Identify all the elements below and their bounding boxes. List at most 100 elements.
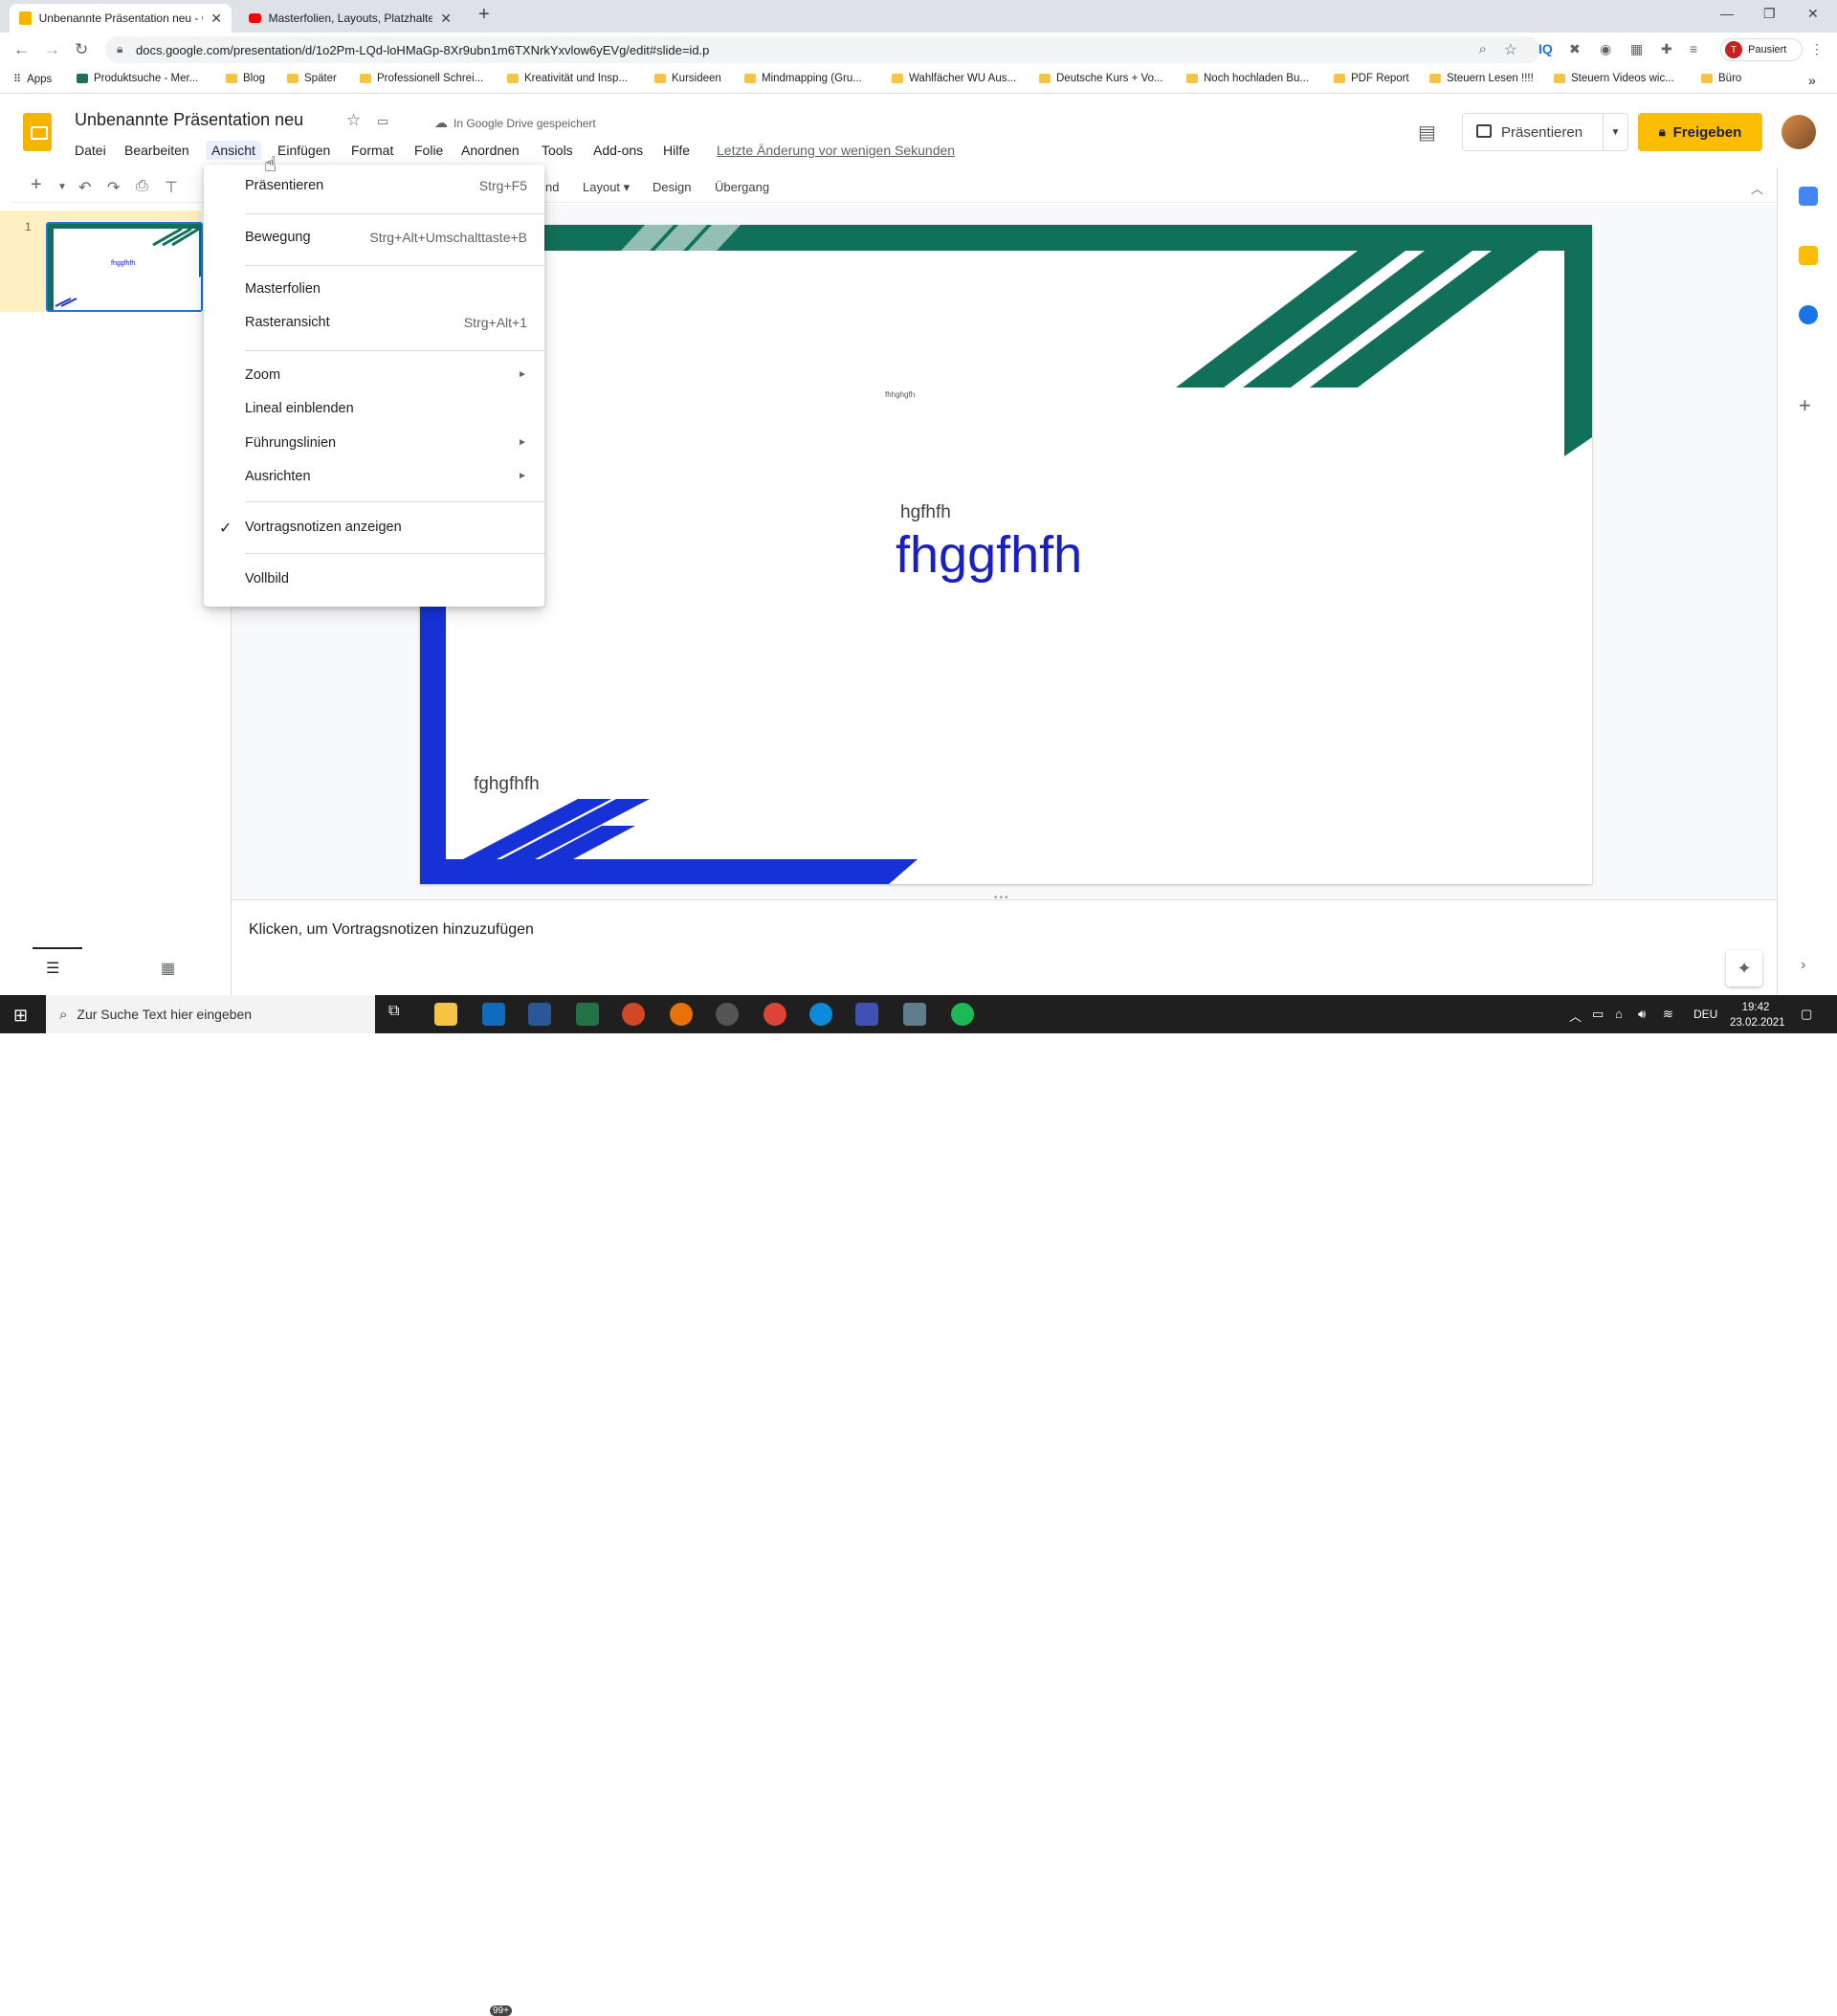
menu-folie[interactable]: Folie xyxy=(409,141,449,160)
bookmark-item[interactable]: Wahlfächer WU Aus... xyxy=(892,73,1016,84)
browser-tab-youtube[interactable]: Masterfolien, Layouts, Platzhalter ✕ xyxy=(239,4,461,33)
file-explorer-icon[interactable] xyxy=(434,1003,457,1026)
bookmark-item[interactable]: Steuern Videos wic... xyxy=(1554,73,1674,84)
back-icon[interactable]: ← xyxy=(13,40,30,59)
print-icon[interactable]: ⎙ xyxy=(136,178,148,195)
app-icon[interactable] xyxy=(670,1003,693,1026)
notes-placeholder[interactable]: Klicken, um Vortragsnotizen hinzuzufügen xyxy=(249,921,534,939)
menu-item-guides[interactable]: Führungslinien ► xyxy=(204,431,544,457)
browser-tab-slides[interactable]: Unbenannte Präsentation neu - Google ✕ xyxy=(10,4,232,33)
bookmark-item[interactable]: PDF Report xyxy=(1334,73,1409,84)
menu-format[interactable]: Format xyxy=(345,141,399,160)
new-tab-icon[interactable]: + xyxy=(478,4,490,26)
paint-format-icon[interactable]: ⊤ xyxy=(165,178,178,197)
close-icon[interactable]: ✕ xyxy=(440,11,452,27)
menu-item-snap[interactable]: Ausrichten ► xyxy=(204,464,544,491)
menu-bearbeiten[interactable]: Bearbeiten xyxy=(119,141,195,160)
star-icon[interactable]: ☆ xyxy=(346,111,361,130)
extension-icon[interactable]: ▦ xyxy=(1630,41,1643,57)
last-change-link[interactable]: Letzte Änderung vor wenigen Sekunden xyxy=(717,143,955,158)
excel-icon[interactable] xyxy=(576,1003,599,1026)
chevron-down-icon[interactable]: ▼ xyxy=(57,182,67,192)
grid-view-icon[interactable]: ▦ xyxy=(161,959,175,978)
menu-item-show-ruler[interactable]: Lineal einblenden xyxy=(204,396,544,423)
slide-small-text[interactable]: fhhghgfh xyxy=(885,390,915,399)
chevron-right-icon[interactable]: › xyxy=(1801,957,1805,974)
background-button[interactable]: nd xyxy=(545,180,559,194)
menu-ansicht[interactable]: Ansicht xyxy=(206,141,261,160)
extension-icon[interactable]: ✖ xyxy=(1569,41,1581,57)
collapse-toolbar-icon[interactable]: ︿ xyxy=(1751,179,1763,197)
spotify-icon[interactable] xyxy=(951,1003,974,1026)
menu-anordnen[interactable]: Anordnen xyxy=(455,141,525,160)
profile-button[interactable]: T Pausiert xyxy=(1720,38,1803,61)
bookmark-item[interactable]: Professionell Schrei... xyxy=(360,73,483,84)
avatar[interactable] xyxy=(1782,115,1816,149)
app-icon[interactable] xyxy=(855,1003,878,1026)
tasks-icon[interactable] xyxy=(1799,305,1818,324)
reload-icon[interactable]: ↻ xyxy=(75,40,88,59)
clock[interactable]: 19:42 23.02.2021 xyxy=(1730,1000,1785,1030)
edge-icon[interactable] xyxy=(809,1003,832,1026)
chrome-icon[interactable] xyxy=(764,1003,786,1026)
tray-app-icon[interactable]: ▭ xyxy=(1592,1007,1604,1022)
obs-icon[interactable] xyxy=(716,1003,739,1026)
share-button[interactable]: 🔒︎ Freigeben xyxy=(1638,113,1762,151)
bookmark-item[interactable]: Steuern Lesen !!!! xyxy=(1429,73,1534,84)
bookmark-item[interactable]: Deutsche Kurs + Vo... xyxy=(1039,73,1163,84)
add-on-plus-icon[interactable]: + xyxy=(1799,393,1811,418)
more-menu-icon[interactable]: ⋮ xyxy=(1810,41,1824,57)
comments-icon[interactable]: ▤ xyxy=(1418,121,1436,144)
mail-icon[interactable] xyxy=(482,1003,505,1026)
bookmark-item[interactable]: Kreativität und Insp... xyxy=(507,73,628,84)
slide-thumbnail-row[interactable]: 1 fhggfhfh xyxy=(0,210,203,312)
language-indicator[interactable]: DEU xyxy=(1693,1008,1717,1021)
move-folder-icon[interactable]: ▭ xyxy=(377,114,388,129)
filmstrip-view-icon[interactable]: ☰ xyxy=(46,959,59,978)
menu-item-present[interactable]: Präsentieren Strg+F5 xyxy=(204,173,544,200)
menu-addons[interactable]: Add-ons xyxy=(587,141,649,160)
menu-datei[interactable]: Datei xyxy=(69,141,112,160)
powerpoint-icon[interactable] xyxy=(622,1003,645,1026)
word-icon[interactable] xyxy=(528,1003,551,1026)
zoom-icon[interactable]: ⌕ xyxy=(1479,41,1487,57)
slide-subtitle[interactable]: hgfhfh xyxy=(900,502,951,523)
bookmark-item[interactable]: Später xyxy=(287,73,337,84)
chevron-down-icon[interactable]: ▼ xyxy=(1603,114,1627,150)
menu-einfuegen[interactable]: Einfügen xyxy=(272,141,336,160)
new-slide-icon[interactable]: + xyxy=(31,174,42,196)
menu-item-grid-view[interactable]: Rasteransicht Strg+Alt+1 xyxy=(204,310,544,337)
volume-icon[interactable]: 🔊︎ xyxy=(1638,1007,1646,1022)
close-icon[interactable]: ✕ xyxy=(210,11,222,27)
puzzle-icon[interactable]: ✚ xyxy=(1661,41,1672,57)
menu-hilfe[interactable]: Hilfe xyxy=(657,141,696,160)
slide-thumbnail[interactable]: fhggfhfh xyxy=(46,222,203,312)
forward-icon[interactable]: → xyxy=(44,40,60,59)
present-button[interactable]: Präsentieren ▼ xyxy=(1462,113,1628,151)
iq-extension-icon[interactable]: IQ xyxy=(1538,41,1553,56)
tray-network-icon[interactable]: ⌂ xyxy=(1615,1007,1623,1021)
slide-footer-text[interactable]: fghgfhfh xyxy=(474,774,540,795)
bookmark-item[interactable]: Büro xyxy=(1701,73,1741,84)
speaker-notes[interactable]: ••• Klicken, um Vortragsnotizen hinzuzuf… xyxy=(232,893,1777,995)
restore-icon[interactable]: ❐ xyxy=(1763,6,1776,22)
menu-item-master-slides[interactable]: Masterfolien xyxy=(204,277,544,303)
taskbar-search[interactable]: ⌕ Zur Suche Text hier eingeben xyxy=(46,995,375,1033)
menu-tools[interactable]: Tools xyxy=(536,141,579,160)
redo-icon[interactable]: ↷ xyxy=(107,178,120,197)
explore-icon[interactable]: ✦ xyxy=(1726,950,1762,986)
slides-logo-icon[interactable] xyxy=(23,113,52,151)
notifications-icon[interactable]: ▢ xyxy=(1801,1007,1812,1022)
task-view-icon[interactable]: ⧉ xyxy=(388,1003,411,1026)
calendar-icon[interactable] xyxy=(1799,187,1818,206)
bookmark-item[interactable]: Produktsuche - Mer... xyxy=(77,73,198,84)
wifi-icon[interactable]: ≋ xyxy=(1663,1007,1673,1022)
bookmark-item[interactable]: Mindmapping (Gru... xyxy=(744,73,862,84)
bookmarks-overflow-icon[interactable]: » xyxy=(1808,73,1816,88)
minimize-icon[interactable]: — xyxy=(1720,6,1734,21)
layout-button[interactable]: Layout ▾ xyxy=(583,180,630,195)
window-close-icon[interactable]: ✕ xyxy=(1807,6,1819,22)
keep-icon[interactable] xyxy=(1799,246,1818,265)
reading-list-icon[interactable]: ≡ xyxy=(1690,41,1697,56)
undo-icon[interactable]: ↶ xyxy=(78,178,91,197)
